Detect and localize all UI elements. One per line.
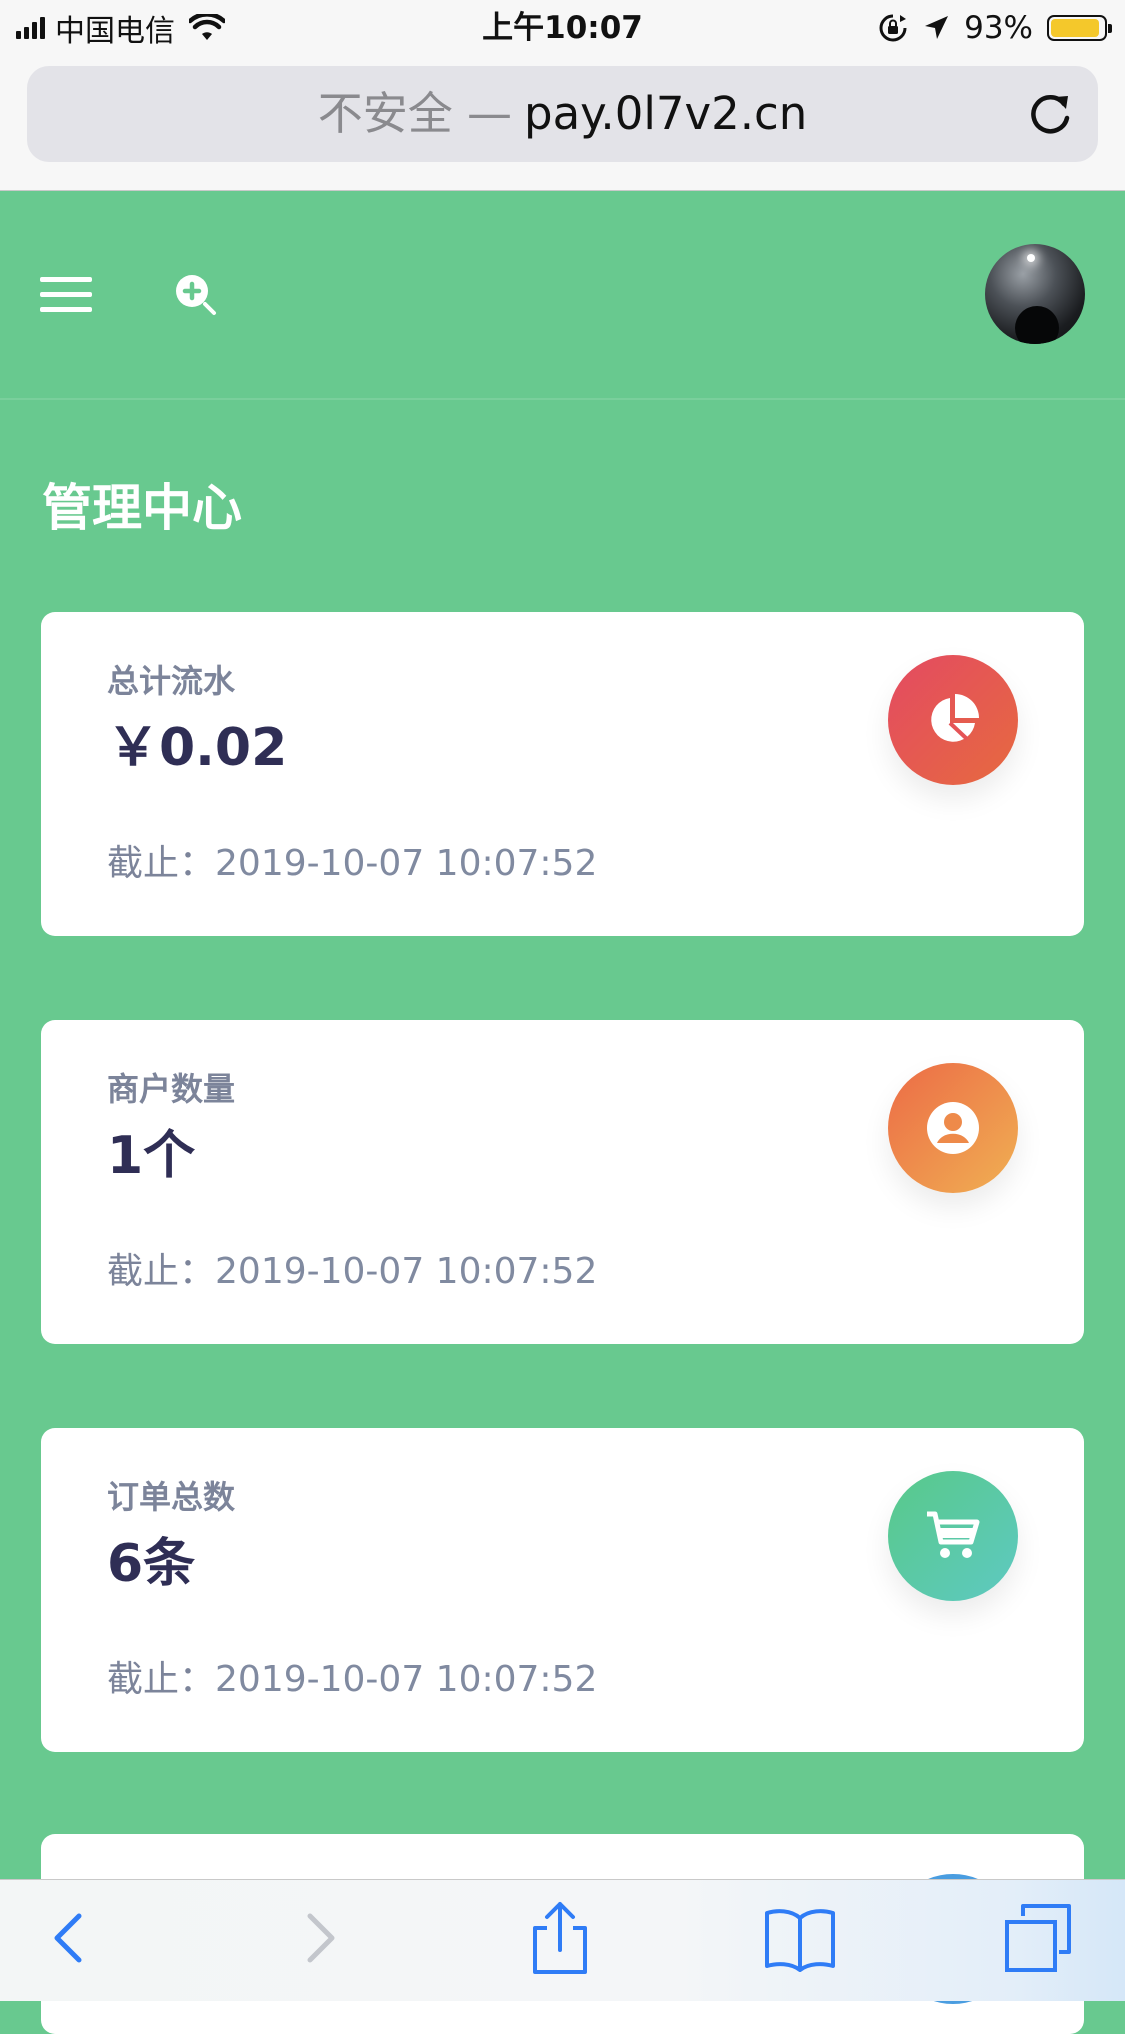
stat-card-total-revenue[interactable]: 总计流水 ￥0.02 截止：2019-10-07 10:07:52 xyxy=(41,612,1084,936)
card-date: 截止：2019-10-07 10:07:52 xyxy=(107,1652,597,1708)
browser-address-bar: 不安全 — pay.0l7v2.cn xyxy=(0,58,1125,191)
status-bar: 中国电信 上午10:07 93% xyxy=(0,0,1125,58)
pie-chart-icon xyxy=(888,655,1018,785)
battery-icon xyxy=(1047,15,1112,41)
user-circle-icon xyxy=(888,1063,1018,1193)
card-date-label: 截止： xyxy=(107,843,216,884)
stat-card-merchant-count[interactable]: 商户数量 1个 截止：2019-10-07 10:07:52 xyxy=(41,1020,1084,1344)
card-value: 1个 xyxy=(107,1126,196,1186)
location-arrow-icon xyxy=(925,16,949,39)
reload-icon[interactable] xyxy=(1024,88,1076,140)
battery-percent: 93% xyxy=(964,10,1033,46)
tabs-icon[interactable] xyxy=(1003,1900,1073,1976)
card-date-value: 2019-10-07 10:07:52 xyxy=(215,1659,598,1700)
page-title: 管理中心 xyxy=(42,479,242,537)
card-date-label: 截止： xyxy=(107,1659,216,1700)
shopping-cart-icon xyxy=(888,1471,1018,1601)
stats-card-list: 总计流水 ￥0.02 截止：2019-10-07 10:07:52 商户数量 1… xyxy=(41,612,1084,1836)
url-field[interactable]: 不安全 — pay.0l7v2.cn xyxy=(27,66,1098,162)
card-value: 6条 xyxy=(107,1534,196,1594)
card-label: 商户数量 xyxy=(107,1070,236,1108)
user-avatar[interactable] xyxy=(985,244,1085,344)
url-domain: pay.0l7v2.cn xyxy=(524,87,808,140)
card-date: 截止：2019-10-07 10:07:52 xyxy=(107,836,597,892)
card-date-label: 截止： xyxy=(107,1251,216,1292)
card-label: 订单总数 xyxy=(107,1478,236,1516)
card-label: 总计流水 xyxy=(107,662,236,700)
card-date-value: 2019-10-07 10:07:52 xyxy=(215,843,598,884)
search-plus-icon[interactable] xyxy=(172,271,220,319)
forward-chevron-icon[interactable] xyxy=(284,1900,354,1976)
stat-card-order-count[interactable]: 订单总数 6条 截止：2019-10-07 10:07:52 xyxy=(41,1428,1084,1752)
back-chevron-icon[interactable] xyxy=(35,1900,105,1976)
app-header xyxy=(0,191,1125,400)
browser-toolbar xyxy=(0,1879,1125,2001)
card-value: ￥0.02 xyxy=(107,718,288,778)
battery-level xyxy=(1051,19,1100,37)
status-right: 93% xyxy=(878,8,1112,48)
card-date: 截止：2019-10-07 10:07:52 xyxy=(107,1244,597,1300)
hamburger-menu-icon[interactable] xyxy=(40,277,92,313)
share-icon[interactable] xyxy=(525,1900,595,1976)
orientation-lock-icon xyxy=(879,14,907,42)
card-date-value: 2019-10-07 10:07:52 xyxy=(215,1251,598,1292)
bookmarks-book-icon[interactable] xyxy=(765,1900,835,1976)
security-warning: 不安全 — xyxy=(317,87,513,140)
